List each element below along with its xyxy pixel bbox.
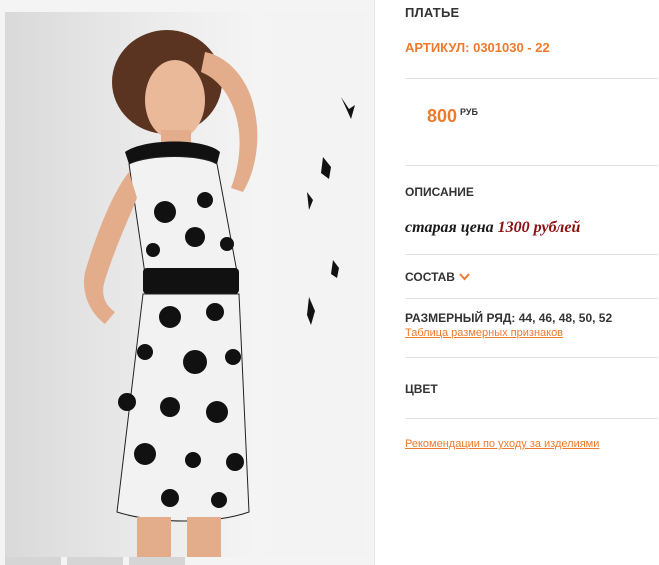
size-table-link[interactable]: Таблица размерных признаков — [405, 327, 563, 339]
description-heading: ОПИСАНИЕ — [405, 185, 474, 199]
product-info-panel: ПЛАТЬЕ АРТИКУЛ: 0301030 - 22 800 РУБ ОПИС… — [405, 0, 658, 565]
composition-toggle[interactable]: СОСТАВ — [405, 270, 470, 284]
thumbnail[interactable] — [129, 557, 185, 565]
divider — [405, 357, 658, 358]
product-sku: АРТИКУЛ: 0301030 - 22 — [405, 40, 550, 55]
thumbnail[interactable] — [67, 557, 123, 565]
color-heading: ЦВЕТ — [405, 382, 438, 396]
divider — [405, 254, 658, 255]
old-price-prefix: старая цена — [405, 219, 498, 236]
old-price-value: 1300 рублей — [497, 219, 581, 236]
divider — [405, 298, 658, 299]
product-title: ПЛАТЬЕ — [405, 5, 460, 20]
divider — [405, 418, 658, 419]
thumbnail[interactable] — [5, 557, 61, 565]
product-photo-frame — [0, 0, 375, 565]
photo-thumbnails — [5, 557, 366, 565]
product-photo[interactable] — [5, 12, 366, 557]
old-price-text: старая цена 1300 рублей — [405, 219, 580, 237]
divider — [405, 165, 658, 166]
price-value: 800 — [427, 106, 458, 126]
chevron-down-icon — [459, 273, 470, 281]
price-block: 800 РУБ — [427, 106, 478, 127]
size-range: РАЗМЕРНЫЙ РЯД: 44, 46, 48, 50, 52 — [405, 311, 613, 325]
divider — [405, 78, 658, 79]
price-currency: РУБ — [460, 107, 478, 117]
dress-photo-illustration — [83, 12, 366, 557]
composition-heading: СОСТАВ — [405, 270, 455, 284]
care-recommendations-link[interactable]: Рекомендации по уходу за изделиями — [405, 438, 599, 450]
